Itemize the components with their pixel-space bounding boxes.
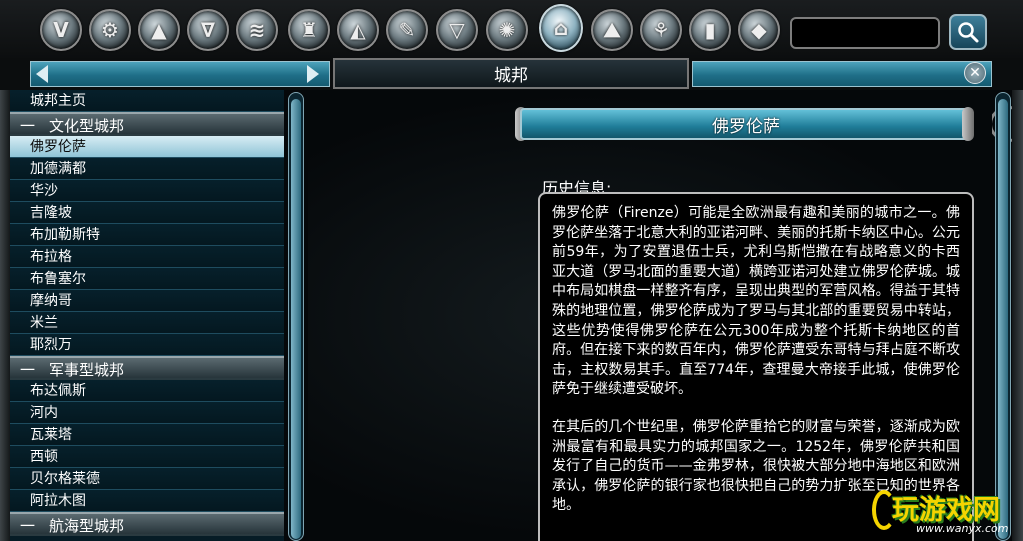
history-paragraph-1: 佛罗伦萨（Firenze）可能是全欧洲最有趣和美丽的城市之一。佛罗伦萨坐落于北意…: [552, 205, 960, 398]
collapse-dash-icon: 一: [20, 361, 36, 379]
sidebar-item[interactable]: 耶烈万: [10, 334, 284, 356]
sidebar-item[interactable]: 城邦主页: [10, 90, 284, 112]
sidebar-item-selected[interactable]: 佛罗伦萨: [10, 136, 284, 158]
article-scroll-thumb[interactable]: [998, 99, 1008, 539]
sidebar-category-label: 军事型城邦: [49, 361, 125, 379]
resources-icon[interactable]: ⚘: [640, 9, 682, 51]
sidebar-item[interactable]: 西顿: [10, 446, 284, 468]
improvements-icon[interactable]: ▮: [689, 9, 731, 51]
sidebar-item[interactable]: 加德满都: [10, 158, 284, 180]
sidebar-item[interactable]: 布鲁塞尔: [10, 268, 284, 290]
sidebar-category-label: 航海型城邦: [49, 517, 125, 535]
promotions-icon[interactable]: ∇: [187, 9, 229, 51]
city-state-list: 城邦主页一文化型城邦 佛罗伦萨 加德满都 华沙 吉隆坡 布加勒斯特 布拉格 布鲁塞尔 摩纳哥 米兰…: [10, 90, 284, 541]
congress-icon[interactable]: ✺: [486, 9, 528, 51]
buildings-icon[interactable]: ≋: [236, 9, 278, 51]
sidebar-item[interactable]: 布达佩斯: [10, 380, 284, 402]
sidebar-item[interactable]: 河内: [10, 402, 284, 424]
sidebar-scrollbar[interactable]: [288, 92, 304, 541]
units-icon[interactable]: ▲: [138, 9, 180, 51]
religion-icon[interactable]: ▽: [436, 9, 478, 51]
category-toolbar: V ⚙ ▲ ∇ ≋ ♜ ◭ ✎ ▽ ✺ ⌂ ⛰ ⚘ ▮ ◆: [0, 0, 1023, 58]
sidebar-item[interactable]: 布拉格: [10, 246, 284, 268]
title-bar-right-segment: [692, 61, 992, 87]
forward-arrow-icon[interactable]: [307, 65, 319, 83]
sidebar-item[interactable]: 贝尔格莱德: [10, 468, 284, 490]
close-icon: ✕: [969, 65, 981, 81]
article-scrollbar[interactable]: [995, 92, 1011, 541]
city-states-icon[interactable]: ⌂: [539, 4, 583, 52]
sidebar-category-header[interactable]: 一航海型城邦: [10, 512, 284, 536]
sidebar-category-header[interactable]: 一文化型城邦: [10, 112, 284, 136]
sidebar-category-label: 文化型城邦: [49, 117, 125, 135]
title-bar: 城邦: [0, 58, 1023, 142]
close-button[interactable]: ✕: [964, 62, 986, 84]
sidebar-item[interactable]: 吉隆坡: [10, 202, 284, 224]
watermark-url: www.wanyx.com: [916, 522, 1009, 535]
city-name-banner: 佛罗伦萨: [520, 108, 972, 140]
collapse-dash-icon: 一: [20, 117, 36, 135]
concepts-icon[interactable]: ◆: [738, 9, 780, 51]
great-people-icon[interactable]: ◭: [337, 9, 379, 51]
sidebar-item[interactable]: 摩纳哥: [10, 290, 284, 312]
right-frame: [1012, 90, 1023, 541]
banner-right-cap: [962, 107, 974, 141]
policies-icon[interactable]: ✎: [386, 9, 428, 51]
sidebar-scroll-thumb[interactable]: [291, 99, 301, 539]
sidebar-item[interactable]: 华沙: [10, 180, 284, 202]
back-arrow-icon[interactable]: [36, 65, 48, 83]
civilization-icon[interactable]: V: [40, 9, 82, 51]
page-title: 城邦: [333, 58, 689, 89]
collapse-dash-icon: 一: [20, 517, 36, 535]
sidebar-item[interactable]: 布加勒斯特: [10, 224, 284, 246]
title-bar-left-segment: [30, 61, 330, 87]
sidebar-category-header[interactable]: 一军事型城邦: [10, 356, 284, 380]
sidebar-item[interactable]: 瓦莱塔: [10, 424, 284, 446]
technology-icon[interactable]: ⚙: [89, 9, 131, 51]
sidebar-item[interactable]: 阿拉木图: [10, 490, 284, 512]
wonders-icon[interactable]: ♜: [288, 9, 330, 51]
search-button[interactable]: [949, 14, 987, 50]
search-icon: [958, 22, 979, 43]
search-input[interactable]: [790, 17, 940, 49]
terrain-icon[interactable]: ⛰: [591, 9, 633, 51]
left-frame: [0, 90, 10, 541]
sidebar-item[interactable]: 米兰: [10, 312, 284, 334]
watermark-logo: 玩游戏网 www.wanyx.com: [872, 486, 1018, 538]
